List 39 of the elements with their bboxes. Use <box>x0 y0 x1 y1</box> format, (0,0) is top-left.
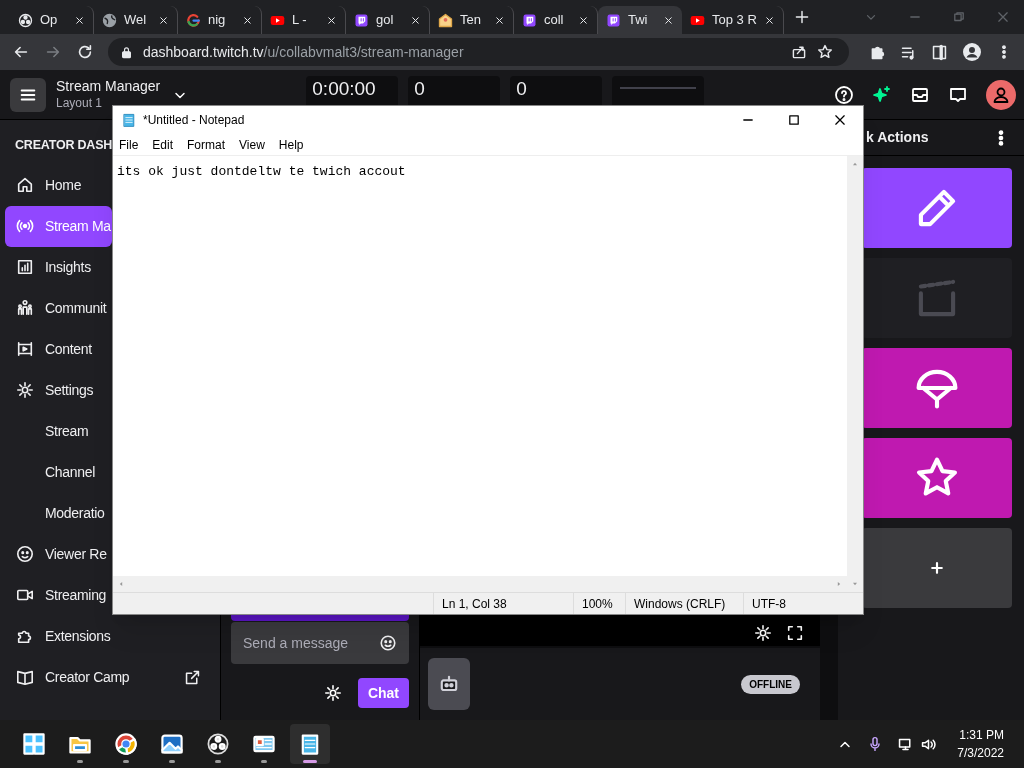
nav-item[interactable]: Extensions <box>5 615 112 657</box>
menu-item[interactable]: File <box>119 135 139 154</box>
message-field[interactable]: Send a message <box>231 622 409 664</box>
url-text: dashboard.twitch.tv/u/collabvmalt3/stream-manager <box>142 42 465 62</box>
nav-item[interactable]: Content <box>5 328 112 370</box>
stat-value: 0 <box>516 79 528 98</box>
clock-date[interactable]: 7/3/2022 <box>957 744 1004 762</box>
page-title: Stream Manager <box>56 78 161 96</box>
nav-item[interactable]: Channel <box>5 451 112 493</box>
clock-time[interactable]: 1:31 PM <box>959 726 1004 744</box>
nav-item[interactable]: Moderatio <box>5 492 112 534</box>
status-text: 100% <box>573 593 625 614</box>
chat-button[interactable]: Chat <box>357 678 409 708</box>
nav-item[interactable]: Communit <box>5 287 112 329</box>
panel-title: k Actions <box>866 128 929 147</box>
menu-item[interactable]: Edit <box>152 135 174 154</box>
nav-item[interactable]: Streaming <box>5 574 112 616</box>
address-bar[interactable]: dashboard.twitch.tv/u/collabvmalt3/stream-manager <box>107 38 850 66</box>
window-title: *Untitled - Notepad <box>143 112 246 129</box>
nav-item[interactable]: Settings <box>5 369 112 411</box>
layout-label: Layout 1 <box>56 95 104 111</box>
document-text: its ok just dontdeltw te twich accout <box>117 164 406 179</box>
menu-item[interactable]: Help <box>278 135 304 154</box>
status-text: Ln 1, Col 38 <box>433 593 573 614</box>
nav-item[interactable]: Insights <box>5 246 112 288</box>
menu-item[interactable]: View <box>239 135 265 154</box>
browser-tab[interactable]: Twi <box>598 6 682 34</box>
nav-item[interactable]: Viewer Re <box>5 533 112 575</box>
nav-item[interactable]: Home <box>5 164 112 206</box>
section-heading: CREATOR DASH <box>15 137 113 154</box>
stat-value: 0 <box>414 79 426 98</box>
nav-item[interactable]: Creator Camp <box>5 656 215 698</box>
nav-item[interactable]: Stream <box>5 410 112 452</box>
status-badge: OFFLINE <box>741 674 800 694</box>
menu-item[interactable]: Format <box>187 135 226 154</box>
stat-value: 0:00:00 <box>312 79 377 98</box>
status-text: UTF-8 <box>743 593 843 614</box>
nav-item[interactable]: Stream Ma <box>5 205 112 247</box>
status-text: Windows (CRLF) <box>625 593 743 614</box>
